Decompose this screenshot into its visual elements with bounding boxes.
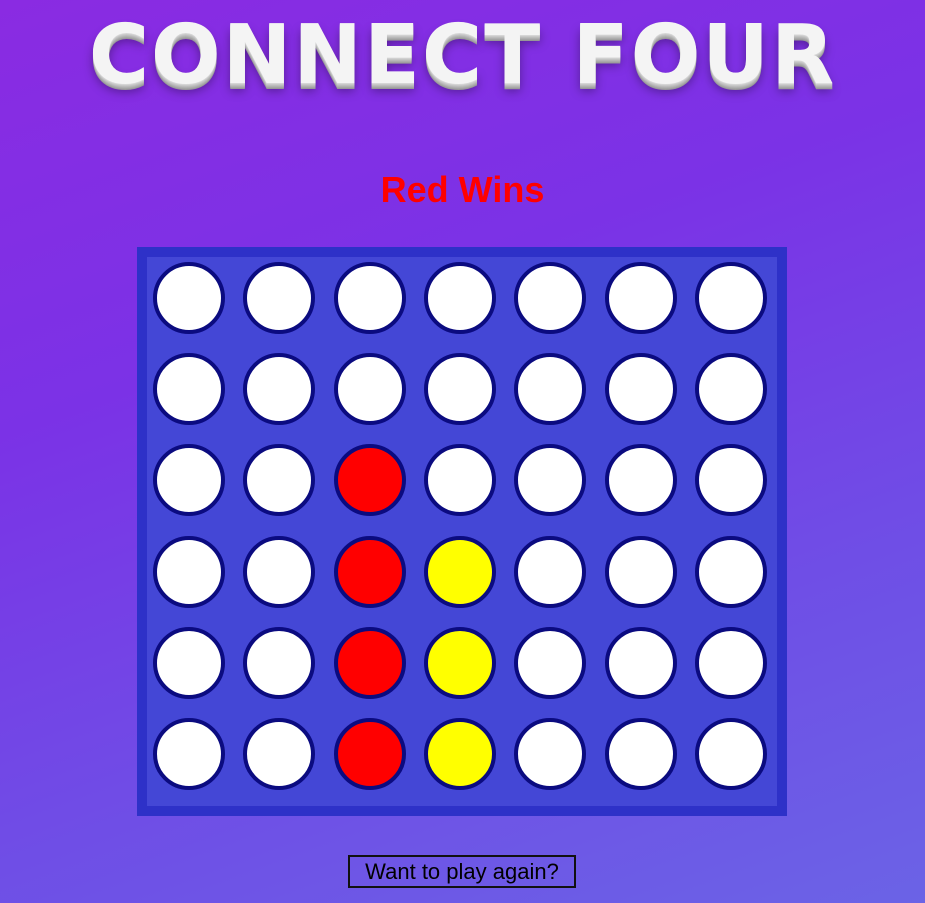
- game-title: CONNECT FOUR: [88, 8, 837, 103]
- board-slot-empty[interactable]: [604, 626, 677, 699]
- board-slot-empty[interactable]: [694, 353, 767, 426]
- board-slot-empty[interactable]: [153, 626, 225, 699]
- board-slot-empty[interactable]: [333, 262, 406, 334]
- board-slot-empty[interactable]: [694, 626, 767, 699]
- game-status: Red Wins: [380, 169, 545, 210]
- board-slot-empty[interactable]: [243, 718, 316, 790]
- board-slot-empty[interactable]: [333, 353, 406, 426]
- board-slot-empty[interactable]: [243, 262, 316, 334]
- board-slot-empty[interactable]: [514, 626, 587, 699]
- board-slot-empty[interactable]: [514, 444, 587, 517]
- board-slot-empty[interactable]: [153, 353, 225, 426]
- board-slot-empty[interactable]: [694, 718, 767, 790]
- board-slot-empty[interactable]: [694, 444, 767, 517]
- board-disc-red[interactable]: [333, 718, 406, 790]
- board-slot-empty[interactable]: [694, 535, 767, 608]
- board-slot-empty[interactable]: [604, 535, 677, 608]
- board-disc-red[interactable]: [333, 535, 406, 608]
- board-slot-empty[interactable]: [604, 444, 677, 517]
- board-slot-empty[interactable]: [243, 626, 316, 699]
- board-slot-empty[interactable]: [514, 353, 587, 426]
- board-slot-empty[interactable]: [243, 353, 316, 426]
- board-slot-empty[interactable]: [423, 444, 496, 517]
- board-disc-yellow[interactable]: [423, 535, 496, 608]
- board-slot-empty[interactable]: [153, 444, 225, 517]
- board-slot-empty[interactable]: [153, 535, 225, 608]
- board-disc-red[interactable]: [333, 626, 406, 699]
- board-slot-empty[interactable]: [153, 262, 225, 334]
- board-slot-empty[interactable]: [153, 718, 225, 790]
- board-slot-empty[interactable]: [604, 353, 677, 426]
- board-slot-empty[interactable]: [694, 262, 767, 334]
- play-again-button[interactable]: Want to play again?: [348, 855, 576, 888]
- game-board: [137, 247, 787, 816]
- board-disc-yellow[interactable]: [423, 626, 496, 699]
- board-slot-empty[interactable]: [604, 262, 677, 334]
- board-slot-empty[interactable]: [514, 262, 587, 334]
- board-slot-empty[interactable]: [604, 718, 677, 790]
- board-slot-empty[interactable]: [243, 444, 316, 517]
- board-disc-red[interactable]: [333, 444, 406, 517]
- board-disc-yellow[interactable]: [423, 718, 496, 790]
- board-slot-empty[interactable]: [423, 262, 496, 334]
- board-slot-empty[interactable]: [423, 353, 496, 426]
- board-slot-empty[interactable]: [243, 535, 316, 608]
- board-slot-empty[interactable]: [514, 535, 587, 608]
- board-slot-empty[interactable]: [514, 718, 587, 790]
